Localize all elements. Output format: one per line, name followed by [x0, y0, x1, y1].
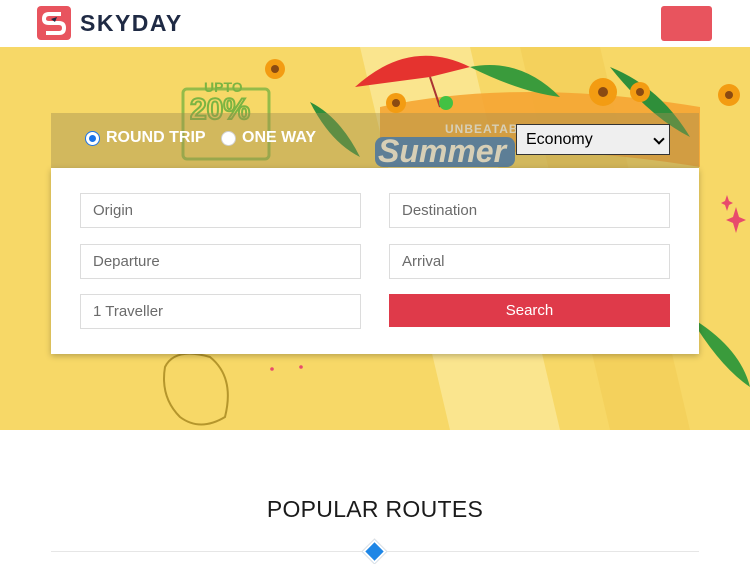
diamond-icon	[362, 539, 387, 564]
one-way-radio[interactable]	[221, 130, 236, 146]
skyday-logo-icon[interactable]	[37, 6, 71, 40]
one-way-option[interactable]: ONE WAY	[221, 129, 316, 147]
cabin-class-value: Economy	[526, 131, 593, 148]
origin-input[interactable]: Origin	[80, 193, 361, 228]
travellers-input[interactable]: 1 Traveller	[80, 294, 361, 329]
departure-date-input[interactable]: Departure	[80, 244, 361, 279]
cabin-class-select[interactable]: Economy	[516, 124, 670, 155]
round-trip-option[interactable]: ROUND TRIP	[85, 129, 206, 147]
destination-input[interactable]: Destination	[389, 193, 670, 228]
chevron-down-icon	[653, 133, 665, 145]
arrival-date-input[interactable]: Arrival	[389, 244, 670, 279]
one-way-label: ONE WAY	[242, 129, 317, 146]
round-trip-label: ROUND TRIP	[106, 129, 206, 146]
site-header: SKYDAY	[0, 0, 750, 47]
brand-name[interactable]: SKYDAY	[80, 10, 183, 37]
round-trip-radio[interactable]	[85, 130, 100, 146]
menu-toggle-button[interactable]	[661, 6, 712, 41]
popular-routes-title: POPULAR ROUTES	[266, 496, 484, 522]
search-button[interactable]: Search	[389, 294, 670, 327]
